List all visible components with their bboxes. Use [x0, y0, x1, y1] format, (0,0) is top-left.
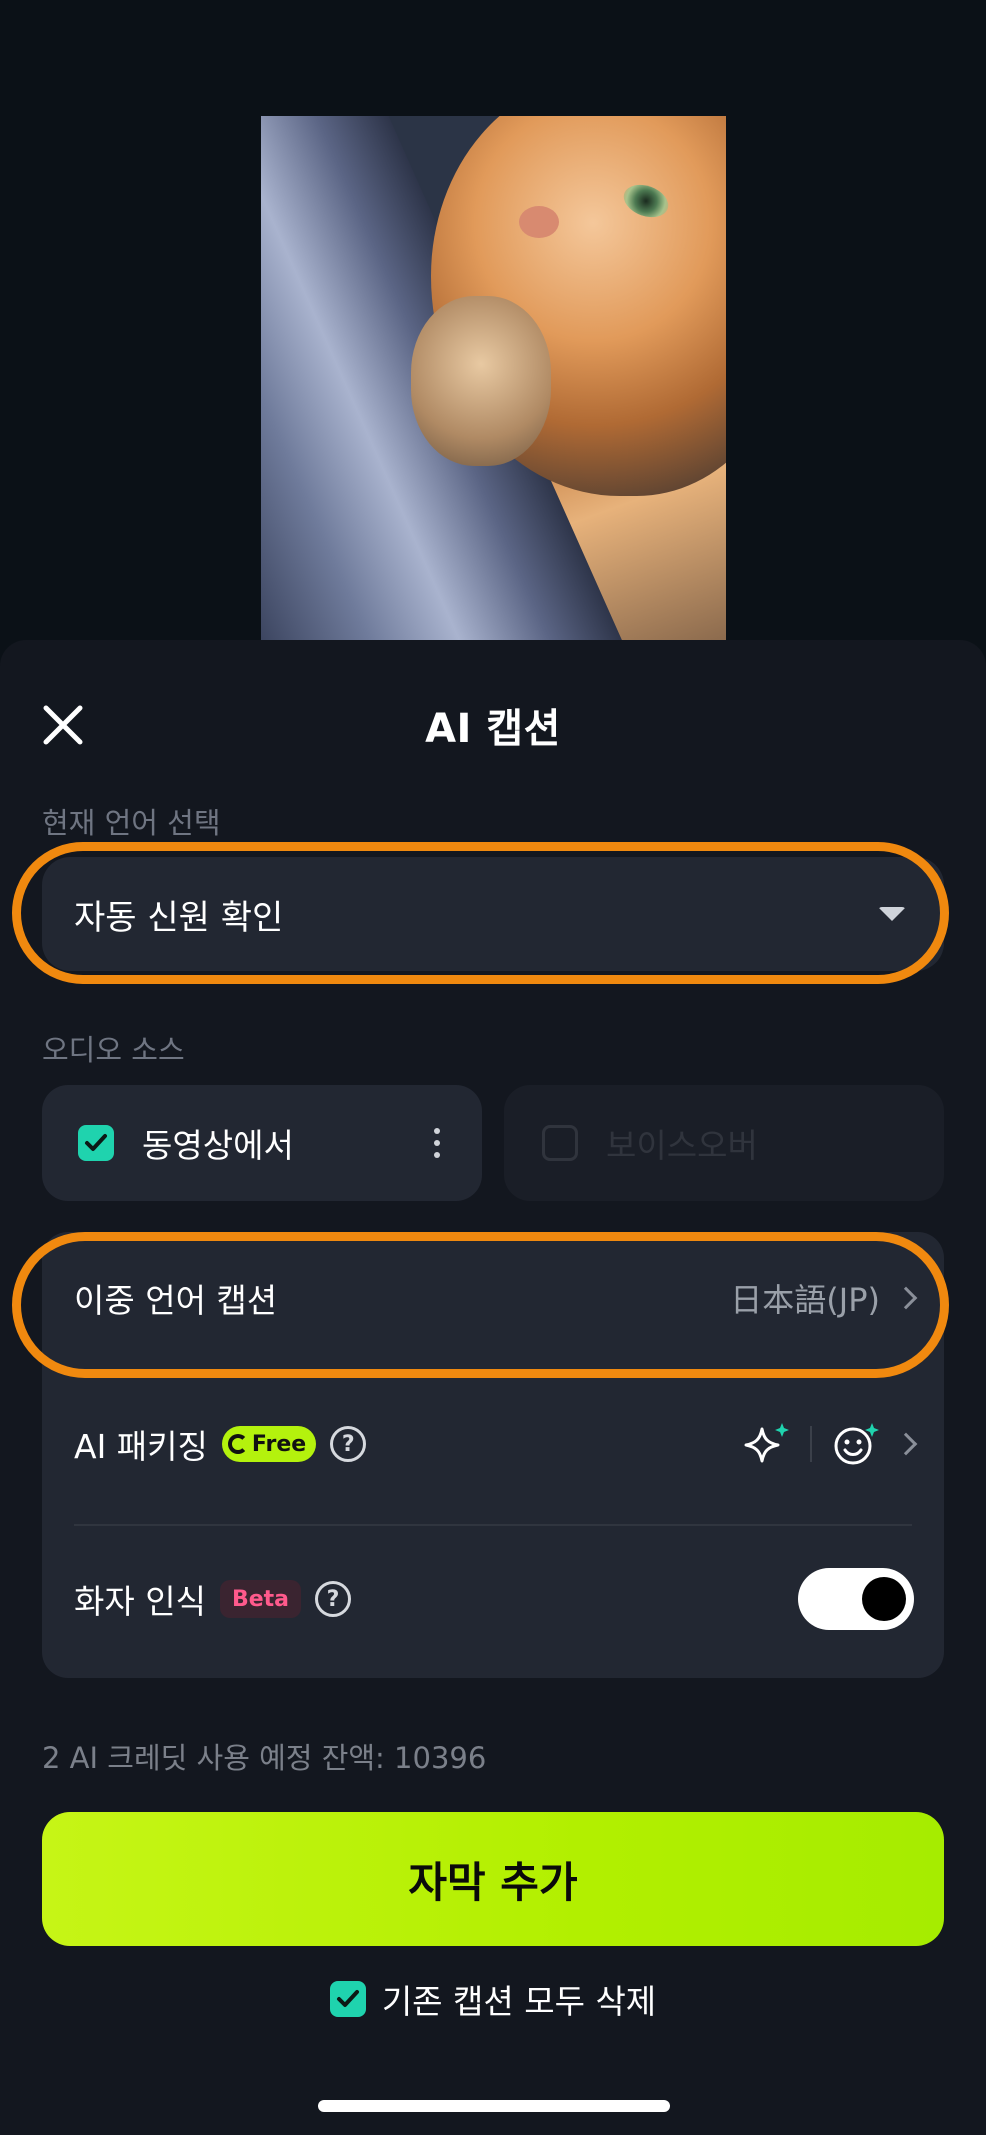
add-subtitles-button[interactable]: 자막 추가	[42, 1812, 944, 1946]
help-icon[interactable]: ?	[330, 1426, 367, 1462]
more-vertical-icon[interactable]	[428, 1128, 446, 1158]
delete-existing-captions[interactable]: 기존 캡션 모두 삭제	[0, 1975, 986, 2023]
ai-packaging-row[interactable]: AI 패키징 Free ?	[74, 1418, 918, 1470]
speaker-recognition-label: 화자 인식	[74, 1582, 206, 1621]
language-section-label: 현재 언어 선택	[42, 806, 221, 840]
voiceover-label: 보이스오버	[606, 1126, 758, 1165]
credits-text: 2 AI 크레딧 사용 예정 잔액: 10396	[42, 1741, 487, 1775]
ai-caption-screen: AI 캡션 현재 언어 선택 자동 신원 확인 오디오 소스 동영상에서 보이스…	[0, 0, 986, 2135]
cat-nose	[519, 206, 559, 238]
free-badge-text: Free	[251, 1431, 307, 1457]
video-source-checkbox[interactable]	[78, 1125, 114, 1161]
smile-sparkle-icon	[834, 1423, 879, 1465]
video-preview[interactable]	[261, 116, 726, 641]
source-video-option[interactable]: 동영상에서	[42, 1085, 482, 1201]
audio-source-label: 오디오 소스	[42, 1033, 185, 1067]
speaker-recognition-toggle[interactable]	[798, 1568, 914, 1630]
delete-existing-label: 기존 캡션 모두 삭제	[381, 1982, 657, 2021]
help-icon[interactable]: ?	[315, 1581, 351, 1617]
sparkle-icon	[744, 1423, 789, 1463]
voiceover-checkbox	[542, 1125, 578, 1161]
icon-separator	[810, 1426, 812, 1462]
free-badge: Free	[221, 1426, 317, 1462]
sheet-title: AI 캡션	[425, 706, 561, 752]
home-indicator[interactable]	[318, 2100, 670, 2112]
language-highlight	[12, 842, 949, 984]
cat-paw	[411, 296, 551, 466]
speaker-recognition-row: 화자 인식 Beta ?	[74, 1568, 914, 1630]
source-voiceover-option: 보이스오버	[504, 1085, 944, 1201]
free-badge-icon	[227, 1434, 248, 1454]
beta-badge: Beta	[219, 1580, 301, 1618]
bilingual-highlight	[12, 1232, 949, 1378]
ai-packaging-label: AI 패키징	[74, 1427, 208, 1466]
chevron-right-icon	[894, 1432, 918, 1456]
check-icon	[336, 1990, 359, 2007]
delete-existing-checkbox[interactable]	[329, 1981, 366, 2017]
options-divider	[74, 1524, 912, 1526]
check-icon	[85, 1134, 107, 1151]
toggle-knob	[862, 1577, 906, 1621]
video-source-label: 동영상에서	[142, 1126, 294, 1165]
